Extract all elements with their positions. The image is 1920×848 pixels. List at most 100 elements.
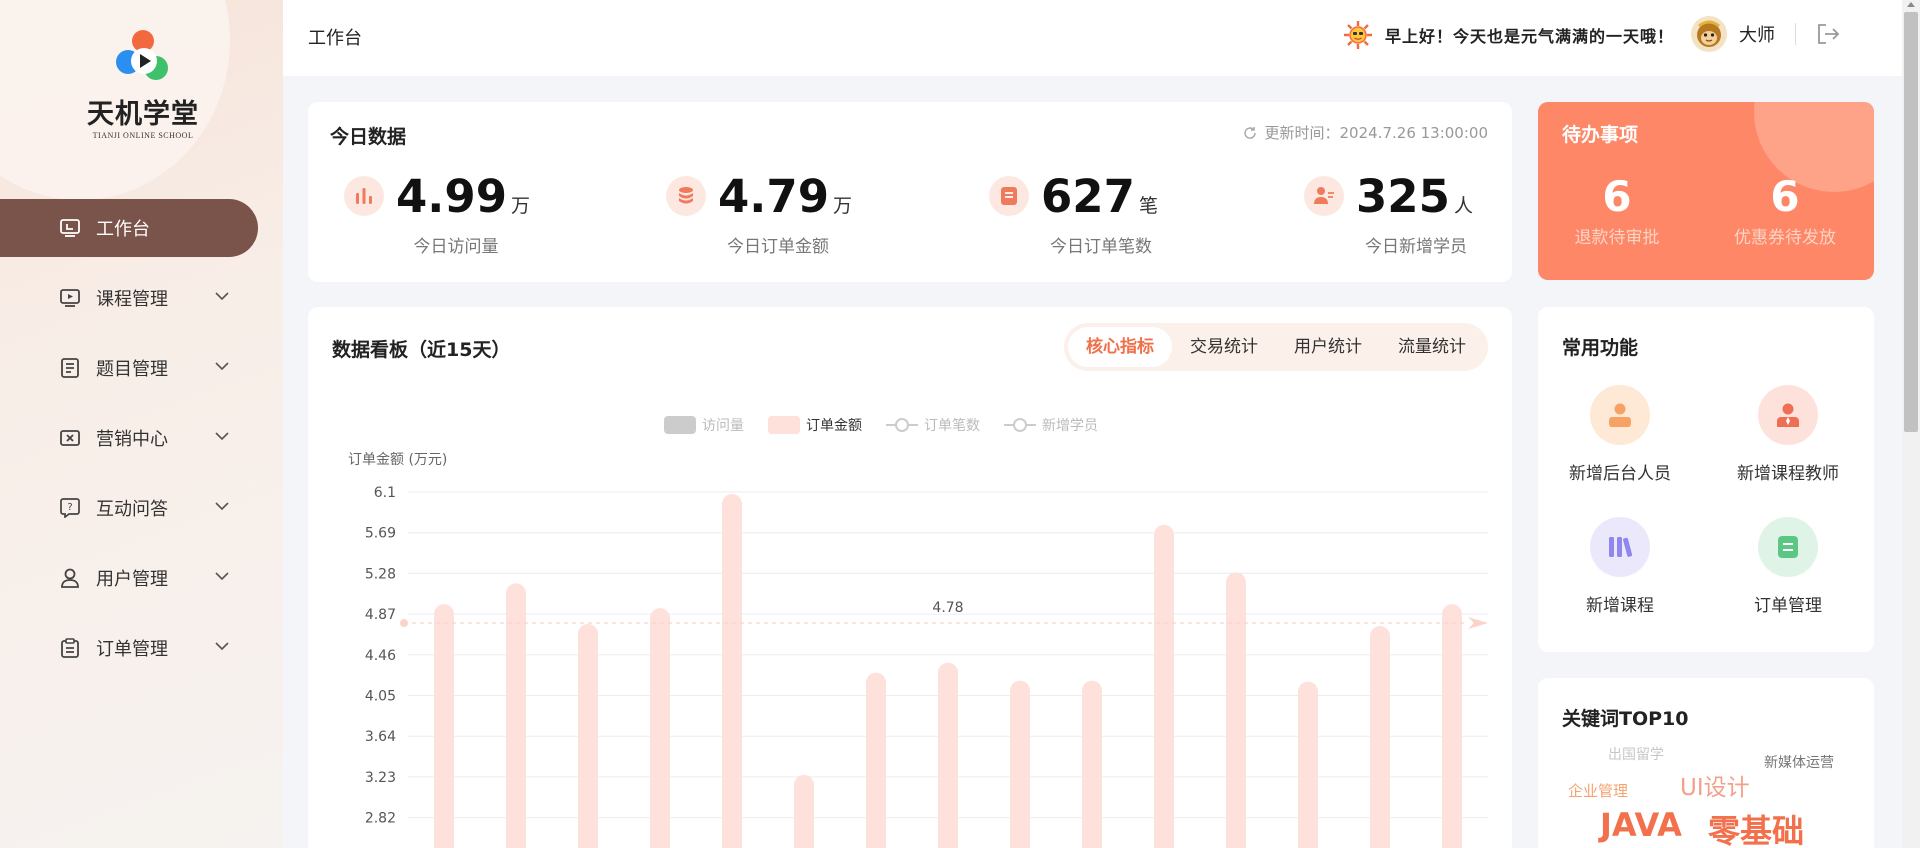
card-title: 数据看板（近15天） bbox=[332, 339, 511, 361]
staff-icon bbox=[1590, 385, 1650, 445]
sidebar-item-users[interactable]: 用户管理 bbox=[0, 549, 283, 607]
ticket-icon bbox=[60, 428, 80, 448]
y-tick-label: 4.05 bbox=[365, 689, 396, 705]
function-add-teacher[interactable]: 新增课程教师 bbox=[1718, 385, 1858, 484]
greeting: 早上好！今天也是元气满满的一天哦！ bbox=[1343, 20, 1674, 50]
tab-users[interactable]: 用户统计 bbox=[1276, 327, 1380, 367]
username: 大师 bbox=[1739, 25, 1775, 46]
y-tick-label: 3.64 bbox=[365, 729, 396, 745]
user-menu[interactable]: 大师 bbox=[1691, 16, 1840, 52]
keyword[interactable]: 企业管理 bbox=[1568, 780, 1628, 801]
bar bbox=[938, 662, 958, 848]
legend-line-swatch bbox=[886, 418, 918, 432]
update-time[interactable]: 更新时间：2024.7.26 13:00:00 bbox=[1243, 122, 1488, 143]
new-user-icon bbox=[1304, 176, 1344, 216]
monitor-icon bbox=[60, 218, 80, 238]
function-add-course[interactable]: 新增课程 bbox=[1550, 517, 1690, 616]
bar bbox=[1154, 524, 1174, 848]
chevron-down-icon bbox=[215, 432, 229, 441]
legend-swatch bbox=[664, 416, 696, 434]
page-title: 工作台 bbox=[308, 28, 362, 49]
bar bbox=[1082, 680, 1102, 848]
y-tick-label: 4.46 bbox=[365, 648, 396, 664]
user-icon bbox=[60, 568, 80, 588]
card-title: 关键词TOP10 bbox=[1562, 708, 1689, 730]
avatar[interactable] bbox=[1691, 16, 1727, 52]
refresh-icon[interactable] bbox=[1243, 126, 1257, 140]
teacher-icon bbox=[1758, 385, 1818, 445]
svg-text:?: ? bbox=[67, 502, 72, 513]
order-amount-chart: 6.15.695.284.874.464.053.643.232.822.414… bbox=[365, 485, 1488, 848]
bar-chart-icon bbox=[344, 176, 384, 216]
y-tick-label: 6.1 bbox=[374, 485, 396, 501]
tab-traffic[interactable]: 流量统计 bbox=[1380, 327, 1484, 367]
function-label: 新增后台人员 bbox=[1569, 464, 1671, 484]
todo-item-coupons[interactable]: 6 优惠券待发放 bbox=[1720, 172, 1850, 248]
function-order-management[interactable]: 订单管理 bbox=[1718, 517, 1858, 616]
function-label: 新增课程教师 bbox=[1737, 464, 1839, 484]
tab-core-metrics[interactable]: 核心指标 bbox=[1068, 327, 1172, 367]
chevron-down-icon bbox=[215, 362, 229, 371]
todo-count: 6 bbox=[1770, 172, 1800, 221]
data-board-card: 数据看板（近15天） 核心指标 交易统计 用户统计 流量统计 访问量 订单金额 … bbox=[308, 307, 1512, 848]
sidebar-item-questions[interactable]: 题目管理 bbox=[0, 339, 283, 397]
card-title: 常用功能 bbox=[1562, 337, 1639, 359]
scrollbar-thumb[interactable] bbox=[1904, 12, 1918, 432]
average-line-start bbox=[400, 619, 408, 628]
keyword[interactable]: UI设计 bbox=[1680, 768, 1750, 802]
y-tick-label: 2.82 bbox=[365, 811, 396, 827]
stat-value: 4.79 万 bbox=[718, 170, 853, 223]
function-add-staff[interactable]: 新增后台人员 bbox=[1550, 385, 1690, 484]
logo[interactable]: 天机学堂 TIANJI ONLINE SCHOOL bbox=[78, 28, 208, 140]
todo-label: 优惠券待发放 bbox=[1734, 228, 1836, 248]
legend-item-visits[interactable]: 访问量 bbox=[664, 415, 744, 435]
page-scrollbar[interactable] bbox=[1902, 0, 1920, 848]
average-line-arrow bbox=[1468, 617, 1488, 630]
keyword[interactable]: 出国留学 bbox=[1608, 744, 1664, 764]
bar bbox=[1226, 572, 1246, 848]
today-data-card: 今日数据 更新时间：2024.7.26 13:00:00 4.99 万 今日访问量… bbox=[308, 102, 1512, 282]
chart-legend: 访问量 订单金额 订单笔数 新增学员 bbox=[664, 415, 1122, 435]
stat-label: 今日订单笔数 bbox=[1050, 237, 1152, 257]
scroll-up-arrow-icon[interactable] bbox=[1907, 2, 1915, 7]
chevron-down-icon bbox=[215, 292, 229, 301]
sidebar-item-orders[interactable]: 订单管理 bbox=[0, 619, 283, 677]
board-tabs: 核心指标 交易统计 用户统计 流量统计 bbox=[1064, 323, 1488, 371]
sidebar-item-label: 题目管理 bbox=[96, 359, 168, 380]
clipboard-icon bbox=[60, 638, 80, 658]
todo-item-refunds[interactable]: 6 退款待审批 bbox=[1552, 172, 1682, 248]
average-label: 4.78 bbox=[932, 600, 963, 616]
legend-item-order-amount[interactable]: 订单金额 bbox=[768, 415, 862, 435]
divider bbox=[1795, 23, 1796, 45]
logout-icon[interactable] bbox=[1816, 23, 1840, 45]
bar bbox=[434, 604, 454, 848]
sidebar-item-label: 工作台 bbox=[96, 219, 150, 240]
stat-label: 今日新增学员 bbox=[1365, 237, 1467, 257]
play-square-icon bbox=[60, 288, 80, 308]
common-functions-card: 常用功能 新增后台人员 新增课程教师 新增课程 订单管理 bbox=[1538, 307, 1874, 652]
sidebar-item-marketing[interactable]: 营销中心 bbox=[0, 409, 283, 467]
top-header: 工作台 早上好！今天也是元气满满的一天哦！ 大师 bbox=[283, 0, 1902, 76]
books-icon bbox=[1590, 517, 1650, 577]
sidebar-item-workbench[interactable]: 工作台 bbox=[0, 199, 258, 257]
legend-item-new-students[interactable]: 新增学员 bbox=[1004, 415, 1098, 435]
list-doc-icon bbox=[60, 358, 80, 378]
stat-value: 4.99 万 bbox=[396, 170, 531, 223]
keyword[interactable]: JAVA bbox=[1600, 806, 1682, 844]
y-tick-label: 4.87 bbox=[365, 607, 396, 623]
bar bbox=[1010, 680, 1030, 848]
sidebar-item-courses[interactable]: 课程管理 bbox=[0, 269, 283, 327]
tab-transactions[interactable]: 交易统计 bbox=[1172, 327, 1276, 367]
sidebar-item-label: 课程管理 bbox=[96, 289, 168, 310]
bar bbox=[578, 624, 598, 848]
update-time-text: 更新时间：2024.7.26 13:00:00 bbox=[1264, 124, 1488, 142]
chevron-down-icon bbox=[215, 642, 229, 651]
stat-label: 今日订单金额 bbox=[727, 237, 829, 257]
keyword[interactable]: 新媒体运营 bbox=[1764, 752, 1834, 772]
todo-count: 6 bbox=[1602, 172, 1632, 221]
keyword[interactable]: 零基础 bbox=[1708, 806, 1804, 848]
sidebar-item-qa[interactable]: ? 互动问答 bbox=[0, 479, 283, 537]
sidebar-item-label: 营销中心 bbox=[96, 429, 168, 450]
monkey-avatar-icon bbox=[1697, 20, 1721, 47]
legend-item-order-count[interactable]: 订单笔数 bbox=[886, 415, 980, 435]
